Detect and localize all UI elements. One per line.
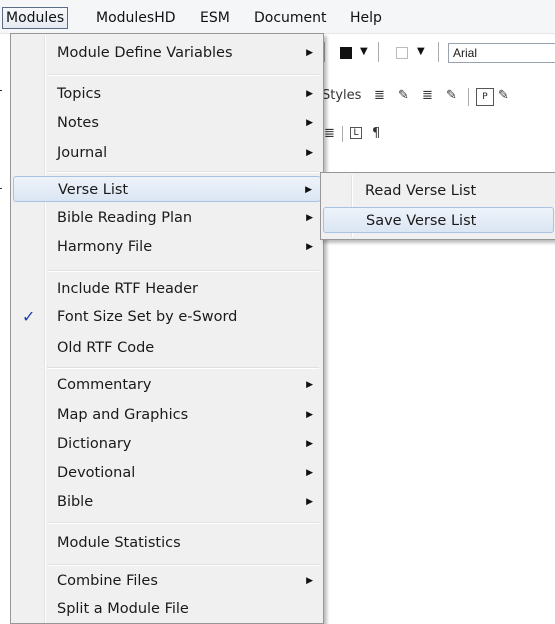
menu-item-label: Include RTF Header: [57, 281, 199, 297]
toolbar-separator: [378, 42, 379, 62]
menu-item-label: Dictionary: [57, 436, 132, 452]
menu-item-font-size-set-by-e-sword[interactable]: ✓ Font Size Set by e-Sword: [13, 304, 321, 330]
style-brush-icon[interactable]: ✎: [398, 88, 409, 103]
menu-separator: [47, 367, 319, 369]
style-brush-icon[interactable]: ✎: [498, 88, 509, 103]
menu-item-label: Split a Module File: [57, 601, 189, 617]
menu-help[interactable]: Help: [346, 7, 386, 29]
submenu-arrow-icon: ▶: [306, 242, 313, 252]
menu-separator: [47, 171, 319, 173]
menu-item-save-verse-list[interactable]: Save Verse List: [323, 207, 554, 233]
menu-item-verse-list[interactable]: Verse List ▶: [13, 176, 321, 202]
menu-item-label: Verse List: [58, 182, 129, 198]
menu-item-include-rtf-header[interactable]: Include RTF Header: [13, 276, 321, 302]
menu-document[interactable]: Document: [250, 7, 331, 29]
menu-item-label: Notes: [57, 115, 99, 131]
menu-item-label: Module Statistics: [57, 535, 181, 551]
toolbar-row-styles: Styles ≣ ✎ ≣ ✎ P ✎: [320, 86, 555, 110]
submenu-arrow-icon: ▶: [306, 48, 313, 58]
toolbar-separator: [438, 42, 439, 62]
font-name-field[interactable]: Arial: [448, 43, 555, 63]
menu-item-map-and-graphics[interactable]: Map and Graphics ▶: [13, 402, 321, 428]
highlight-color-dropdown-icon[interactable]: ▼: [417, 46, 425, 57]
submenu-arrow-icon: ▶: [306, 148, 313, 158]
menu-item-module-define-variables[interactable]: Module Define Variables ▶: [13, 40, 321, 66]
menu-separator: [47, 270, 319, 272]
submenu-arrow-icon: ▶: [305, 185, 312, 195]
menu-moduleshd[interactable]: ModulesHD: [92, 7, 180, 29]
toolbar-row-paragraph: ≣ L ¶: [320, 124, 555, 146]
menu-item-journal[interactable]: Journal ▶: [13, 140, 321, 166]
menu-separator: [47, 564, 319, 566]
menu-item-label: Journal: [57, 145, 108, 161]
menu-item-combine-files[interactable]: Combine Files ▶: [13, 568, 321, 594]
toolbar-separator: [468, 88, 469, 106]
window-edge-mark: [0, 188, 2, 189]
menu-separator: [47, 522, 319, 524]
menu-item-topics[interactable]: Topics ▶: [13, 81, 321, 107]
pilcrow-icon[interactable]: ¶: [372, 126, 380, 141]
menu-item-label: Bible: [57, 494, 94, 510]
formatting-toolbar: ▼ ▼ Arial Styles ≣ ✎ ≣ ✎ P ✎ ≣ L ¶: [320, 34, 555, 174]
menu-item-dictionary[interactable]: Dictionary ▶: [13, 431, 321, 457]
menu-item-label: Save Verse List: [366, 213, 477, 229]
menu-item-module-statistics[interactable]: Module Statistics: [13, 530, 321, 556]
submenu-arrow-icon: ▶: [306, 380, 313, 390]
menu-item-label: Commentary: [57, 377, 152, 393]
menu-item-read-verse-list[interactable]: Read Verse List: [323, 178, 554, 204]
menu-item-label: Harmony File: [57, 239, 153, 255]
verse-list-submenu: Read Verse List Save Verse List: [320, 172, 555, 240]
font-color-dropdown-icon[interactable]: ▼: [360, 46, 368, 57]
menu-item-bible-reading-plan[interactable]: Bible Reading Plan ▶: [13, 205, 321, 231]
menu-item-label: Devotional: [57, 465, 136, 481]
submenu-arrow-icon: ▶: [306, 213, 313, 223]
menu-esm[interactable]: ESM: [196, 7, 234, 29]
paragraph-style-icon[interactable]: ≣: [374, 88, 385, 103]
menu-item-split-a-module-file[interactable]: Split a Module File: [13, 596, 321, 622]
menu-item-label: Combine Files: [57, 573, 158, 589]
line-break-icon[interactable]: L: [350, 127, 362, 139]
toolbar-separator: [342, 126, 343, 142]
menu-item-harmony-file[interactable]: Harmony File ▶: [13, 234, 321, 260]
menu-item-commentary[interactable]: Commentary ▶: [13, 372, 321, 398]
menu-item-notes[interactable]: Notes ▶: [13, 110, 321, 136]
menu-separator: [47, 74, 319, 76]
checkmark-icon: ✓: [22, 307, 36, 326]
indent-icon[interactable]: ≣: [324, 126, 335, 141]
menu-item-label: Topics: [57, 86, 102, 102]
highlight-color-swatch[interactable]: [396, 47, 408, 59]
menu-item-old-rtf-code[interactable]: Old RTF Code: [13, 335, 321, 361]
toolbar-separator: [324, 42, 325, 62]
submenu-arrow-icon: ▶: [306, 576, 313, 586]
font-color-swatch[interactable]: [340, 47, 352, 59]
menu-item-devotional[interactable]: Devotional ▶: [13, 460, 321, 486]
modules-dropdown-menu: Module Define Variables ▶ Topics ▶ Notes…: [10, 33, 324, 624]
menu-item-label: Map and Graphics: [57, 407, 189, 423]
menu-item-label: Old RTF Code: [57, 340, 155, 356]
window-edge-mark: [0, 90, 2, 91]
styles-label: Styles: [322, 88, 362, 103]
style-p-icon[interactable]: P: [476, 88, 494, 106]
submenu-arrow-icon: ▶: [306, 497, 313, 507]
menu-item-bible[interactable]: Bible ▶: [13, 489, 321, 515]
menu-item-label: Bible Reading Plan: [57, 210, 193, 226]
menu-modules[interactable]: Modules: [2, 7, 69, 29]
submenu-arrow-icon: ▶: [306, 118, 313, 128]
menu-item-label: Read Verse List: [365, 183, 477, 199]
menu-bar: Modules ModulesHD ESM Document Help: [0, 0, 555, 34]
submenu-arrow-icon: ▶: [306, 468, 313, 478]
paragraph-style-icon[interactable]: ≣: [422, 88, 433, 103]
submenu-arrow-icon: ▶: [306, 439, 313, 449]
submenu-arrow-icon: ▶: [306, 89, 313, 99]
submenu-arrow-icon: ▶: [306, 410, 313, 420]
menu-item-label: Font Size Set by e-Sword: [57, 309, 238, 325]
menu-item-label: Module Define Variables: [57, 45, 233, 61]
style-brush-icon[interactable]: ✎: [446, 88, 457, 103]
toolbar-row-font: ▼ ▼ Arial: [320, 40, 555, 66]
